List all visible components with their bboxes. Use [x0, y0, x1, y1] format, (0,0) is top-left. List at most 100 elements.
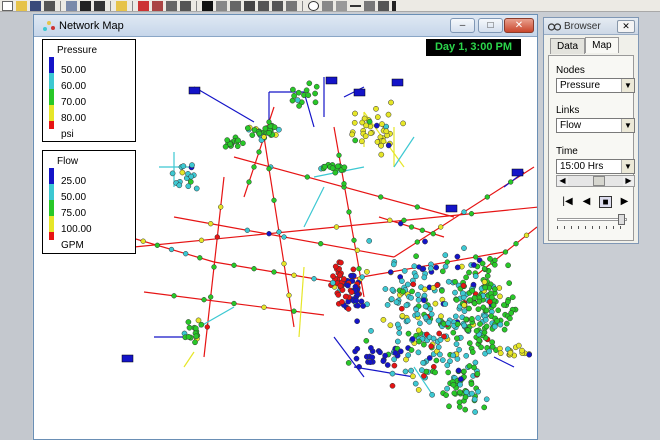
junction-node[interactable] — [415, 349, 422, 356]
junction-node[interactable] — [408, 367, 414, 374]
junction-node[interactable] — [318, 241, 324, 247]
junction-node[interactable] — [349, 131, 356, 138]
junction-node[interactable] — [484, 273, 491, 279]
junction-node[interactable] — [363, 337, 370, 344]
junction-node[interactable] — [312, 99, 319, 106]
junction-node[interactable] — [421, 341, 427, 348]
junction-node[interactable] — [388, 296, 395, 302]
junction-node[interactable] — [354, 318, 360, 325]
junction-node[interactable] — [291, 92, 297, 99]
junction-node[interactable] — [235, 137, 241, 144]
select-region-icon[interactable] — [230, 0, 241, 11]
junction-node[interactable] — [211, 264, 217, 270]
junction-node[interactable] — [353, 297, 360, 304]
junction-node[interactable] — [483, 323, 490, 330]
junction-node[interactable] — [466, 363, 473, 369]
junction-node[interactable] — [382, 352, 388, 359]
junction-node[interactable] — [303, 87, 310, 94]
junction-node[interactable] — [479, 260, 486, 267]
junction-node[interactable] — [361, 115, 368, 122]
junction-node[interactable] — [185, 319, 192, 325]
junction-node[interactable] — [198, 237, 205, 243]
junction-node[interactable] — [483, 307, 490, 314]
junction-node[interactable] — [415, 291, 421, 298]
junction-node[interactable] — [246, 179, 252, 185]
junction-node[interactable] — [171, 293, 177, 299]
junction-node[interactable] — [290, 86, 296, 93]
delete-icon[interactable] — [80, 0, 91, 11]
junction-node[interactable] — [383, 128, 390, 135]
pipe-link[interactable] — [193, 86, 255, 123]
junction-node[interactable] — [352, 110, 358, 117]
tank-symbol[interactable] — [188, 86, 201, 95]
junction-node[interactable] — [187, 178, 194, 185]
junction-node[interactable] — [469, 287, 476, 294]
junction-node[interactable] — [336, 152, 342, 158]
chevron-down-icon[interactable]: ▼ — [621, 79, 634, 92]
junction-node[interactable] — [351, 119, 358, 126]
run-icon[interactable] — [116, 0, 127, 11]
junction-node[interactable] — [193, 185, 200, 192]
stop-button[interactable]: ■ — [599, 196, 612, 208]
junction-node[interactable] — [368, 345, 374, 351]
junction-node[interactable] — [469, 390, 475, 397]
junction-node[interactable] — [463, 352, 470, 359]
pipe-icon[interactable] — [350, 4, 361, 7]
junction-node[interactable] — [432, 369, 438, 376]
junction-node[interactable] — [329, 165, 336, 172]
junction-node[interactable] — [412, 380, 419, 387]
junction-node[interactable] — [271, 197, 277, 203]
junction-node[interactable] — [421, 274, 428, 281]
flow-legend[interactable]: Flow 25.00 50.00 75.00 100.00 GPM — [42, 150, 136, 254]
speed-slider-thumb[interactable] — [618, 214, 625, 225]
junction-node[interactable] — [437, 351, 443, 358]
junction-node[interactable] — [404, 281, 411, 288]
junction-node[interactable] — [413, 306, 420, 313]
junction-node[interactable] — [169, 170, 176, 177]
junction-node[interactable] — [341, 276, 347, 282]
junction-node[interactable] — [379, 121, 385, 127]
junction-node[interactable] — [244, 125, 251, 131]
junction-node[interactable] — [466, 269, 472, 276]
map-window-titlebar[interactable]: Network Map – □ ✕ — [34, 15, 537, 37]
junction-node[interactable] — [368, 328, 374, 334]
junction-node[interactable] — [450, 329, 457, 336]
junction-node[interactable] — [508, 179, 514, 185]
junction-node[interactable] — [358, 138, 365, 145]
open-folder-icon[interactable] — [16, 0, 27, 11]
junction-node[interactable] — [461, 322, 468, 329]
junction-node[interactable] — [478, 344, 484, 351]
junction-node[interactable] — [473, 328, 480, 334]
junction-node[interactable] — [341, 181, 347, 187]
tank-symbol[interactable] — [391, 78, 404, 87]
chevron-down-icon[interactable]: ▼ — [621, 119, 634, 132]
junction-node[interactable] — [373, 105, 379, 112]
junction-node[interactable] — [399, 312, 406, 319]
junction-node[interactable] — [473, 254, 479, 260]
junction-node[interactable] — [491, 286, 498, 292]
junction-node[interactable] — [502, 249, 509, 255]
chevron-down-icon[interactable]: ▼ — [621, 160, 634, 173]
junction-node[interactable] — [380, 358, 387, 364]
junction-node[interactable] — [390, 261, 397, 268]
junction-node[interactable] — [398, 305, 405, 312]
pressure-legend[interactable]: Pressure 50.00 60.00 70.00 80.00 psi — [42, 39, 136, 142]
back-button[interactable]: ◀ — [580, 196, 593, 208]
junction-node[interactable] — [444, 362, 451, 369]
junction-node[interactable] — [333, 224, 340, 230]
junction-node[interactable] — [350, 266, 357, 273]
junction-node[interactable] — [481, 404, 488, 411]
junction-node[interactable] — [373, 122, 380, 129]
junction-node[interactable] — [330, 279, 336, 286]
junction-node[interactable] — [469, 349, 476, 355]
junction-node[interactable] — [341, 164, 348, 171]
junction-node[interactable] — [430, 363, 437, 370]
junction-node[interactable] — [442, 252, 449, 258]
valve-icon[interactable] — [378, 0, 389, 11]
junction-node[interactable] — [491, 261, 498, 268]
junction-node[interactable] — [471, 396, 478, 403]
junction-node[interactable] — [208, 221, 214, 227]
junction-node[interactable] — [392, 350, 399, 356]
junction-node[interactable] — [501, 326, 508, 333]
pump-icon[interactable] — [364, 0, 375, 11]
